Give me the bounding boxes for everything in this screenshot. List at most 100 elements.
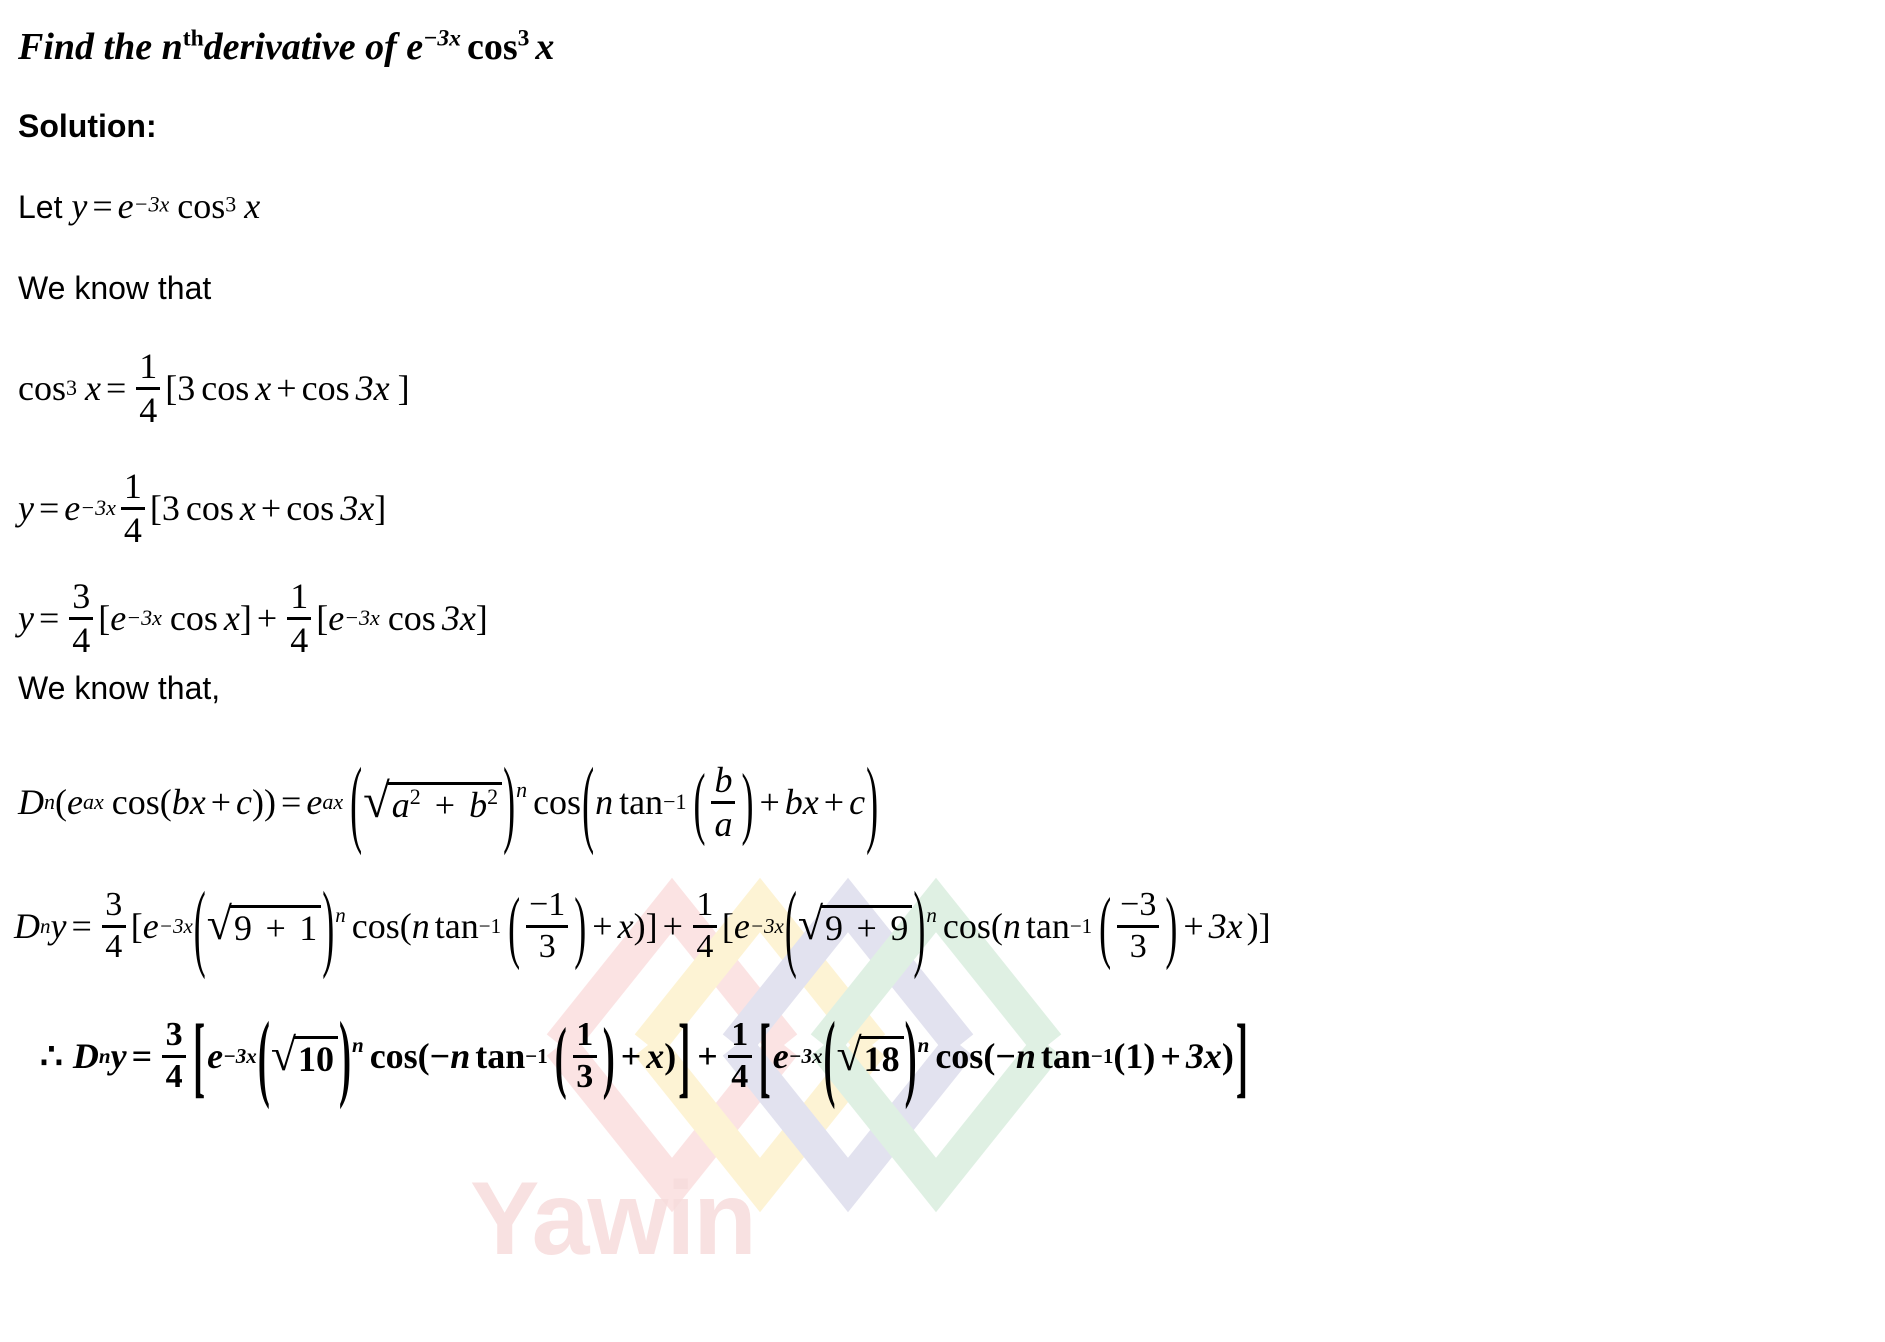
sub-e2: e bbox=[733, 906, 750, 947]
gf-c: c bbox=[236, 782, 253, 823]
final-frac-close-paren-1: ) bbox=[602, 1011, 615, 1102]
gf-sqrt: √ a2 + b2 bbox=[363, 773, 503, 828]
sub-root2-a: 9 bbox=[825, 908, 844, 949]
sub-fraction-arg-2-denominator: 3 bbox=[1129, 927, 1147, 965]
sub-radical-sign-2: √ bbox=[797, 898, 824, 950]
identity-cos: cos bbox=[18, 368, 66, 409]
title-e: e bbox=[406, 26, 424, 68]
final-cos-1: cos( bbox=[369, 1036, 430, 1077]
y-split-close-bracket-2: ] bbox=[475, 598, 488, 639]
sub-D: D bbox=[14, 906, 40, 947]
identity-cos-x: cos bbox=[201, 368, 250, 409]
sub-root2-b: 9 bbox=[890, 908, 909, 949]
sub-close-1: )] bbox=[633, 906, 658, 947]
title-ordinal-suffix: th bbox=[182, 25, 204, 52]
sub-frac-close-paren-2: ) bbox=[1165, 881, 1178, 972]
gf-plus: + bbox=[210, 782, 232, 823]
gf-cos-open-paren: ( bbox=[582, 748, 595, 857]
gf-open-big-paren: ( bbox=[350, 748, 363, 857]
sub-radicand-2: 9 + 9 bbox=[821, 905, 913, 949]
gf-plus3: + bbox=[823, 782, 845, 823]
identity-cos-3x-arg: 3x bbox=[355, 368, 390, 409]
final-fraction-1: 3 4 bbox=[162, 1016, 187, 1094]
let-line: Let y = e−3x cos3 x bbox=[18, 188, 260, 224]
y-split-line: y = 3 4 [ e −3x cos x ] + 1 4 [ e −3x cos … bbox=[18, 576, 488, 660]
gf-radicand: a2 + b2 bbox=[387, 781, 503, 825]
let-cos-exponent: 3 bbox=[225, 191, 237, 217]
y-expanded-cos: cos bbox=[185, 488, 234, 529]
substituted-line: Dn y = 3 4 [ e −3x ( √ 9 + 1 ) n cos(n … bbox=[14, 872, 1271, 981]
final-radicand-1: 10 bbox=[294, 1035, 338, 1077]
sub-fraction-1-numerator: 3 bbox=[105, 886, 123, 923]
y-expanded-cos2: cos bbox=[286, 488, 335, 529]
y-expanded-fraction-denominator: 4 bbox=[123, 509, 142, 550]
sub-fraction-arg-1-denominator: 3 bbox=[538, 927, 556, 965]
final-tan-1: tan bbox=[475, 1036, 526, 1077]
sub-fraction-1: 3 4 bbox=[101, 886, 126, 965]
sub-equals: = bbox=[71, 906, 92, 947]
sub-open-bracket-2: [ bbox=[721, 906, 734, 947]
gf-plus2: + bbox=[759, 782, 780, 823]
gf-radicand-plus: + bbox=[434, 784, 456, 825]
sub-radical-sign-1: √ bbox=[206, 898, 232, 950]
sub-tan-1: tan bbox=[434, 906, 479, 947]
watermark: Yawin bbox=[0, 0, 1885, 1337]
y-split-fraction-2-denominator: 4 bbox=[290, 619, 309, 660]
sub-fraction-1-denominator: 4 bbox=[105, 927, 123, 965]
final-open-paren-2: ( bbox=[823, 1002, 836, 1111]
gf-frac-close-paren: ) bbox=[741, 757, 754, 848]
identity-equals: = bbox=[105, 368, 127, 409]
y-split-cos1: cos bbox=[169, 598, 218, 639]
y-expanded-y: y bbox=[18, 488, 34, 529]
final-radical-sign-1: √ bbox=[270, 1028, 296, 1080]
final-open-bracket-2: [ bbox=[758, 1006, 771, 1107]
sub-close-paren-2: ) bbox=[913, 872, 926, 981]
final-fraction-arg-1: 1 3 bbox=[572, 1017, 597, 1094]
gf-cos-close-paren: ) bbox=[866, 748, 879, 857]
final-sqrt-1: √ 10 bbox=[270, 1028, 338, 1080]
title-cos: cos bbox=[466, 26, 518, 68]
y-expanded-arg2: 3x bbox=[340, 488, 375, 529]
sub-cos-2: cos( bbox=[942, 906, 1003, 947]
final-plus-mid: + bbox=[697, 1036, 718, 1077]
final-D: D bbox=[72, 1036, 99, 1077]
gf-arg-open: ( bbox=[159, 782, 172, 823]
gf-cos2: cos bbox=[533, 782, 582, 823]
gf-fraction-numerator: b bbox=[714, 760, 733, 800]
y-split-e2: e bbox=[328, 598, 345, 639]
gf-c2: c bbox=[849, 782, 866, 823]
y-split-y: y bbox=[18, 598, 34, 639]
y-expanded-line: y = e −3x 1 4 [ 3 cos x + cos 3x ] bbox=[18, 466, 387, 550]
y-split-plus: + bbox=[256, 598, 278, 639]
identity-close-bracket: ] bbox=[397, 368, 410, 409]
gf-radical-sign: √ bbox=[363, 773, 390, 828]
identity-three: 3 bbox=[177, 368, 196, 409]
sub-y: y bbox=[50, 906, 67, 947]
y-split-cos2: cos bbox=[387, 598, 436, 639]
gf-radicand-b-exponent: 2 bbox=[487, 783, 499, 809]
final-fraction-1-numerator: 3 bbox=[165, 1016, 183, 1053]
title-cos-exponent: 3 bbox=[517, 25, 530, 52]
sub-root1-a: 9 bbox=[233, 908, 252, 949]
y-expanded-plus: + bbox=[260, 488, 282, 529]
y-split-e1: e bbox=[110, 598, 127, 639]
gf-frac-open-paren: ( bbox=[693, 757, 706, 848]
sub-fraction-2: 1 4 bbox=[692, 887, 717, 964]
identity-line: cos 3 x = 1 4 [ 3 cos x + cos 3x ] bbox=[18, 346, 410, 430]
sub-root2-plus: + bbox=[856, 908, 877, 949]
gf-radicand-a: a bbox=[391, 784, 410, 825]
identity-fraction: 1 4 bbox=[136, 348, 161, 428]
gf-n: n bbox=[595, 782, 614, 823]
let-e: e bbox=[117, 186, 134, 226]
y-split-fraction-1-denominator: 4 bbox=[72, 619, 91, 660]
y-split-equals: = bbox=[38, 598, 60, 639]
final-equals: = bbox=[131, 1036, 153, 1077]
final-cos-2: cos( bbox=[935, 1036, 996, 1077]
y-expanded-three: 3 bbox=[161, 488, 180, 529]
y-expanded-close-bracket: ] bbox=[374, 488, 387, 529]
title-prefix: Find the n bbox=[18, 26, 183, 68]
final-plus-1: + bbox=[620, 1036, 642, 1077]
sub-plus-1: + bbox=[592, 906, 613, 947]
title-x: x bbox=[535, 26, 555, 68]
y-split-fraction-1-numerator: 3 bbox=[72, 576, 91, 616]
